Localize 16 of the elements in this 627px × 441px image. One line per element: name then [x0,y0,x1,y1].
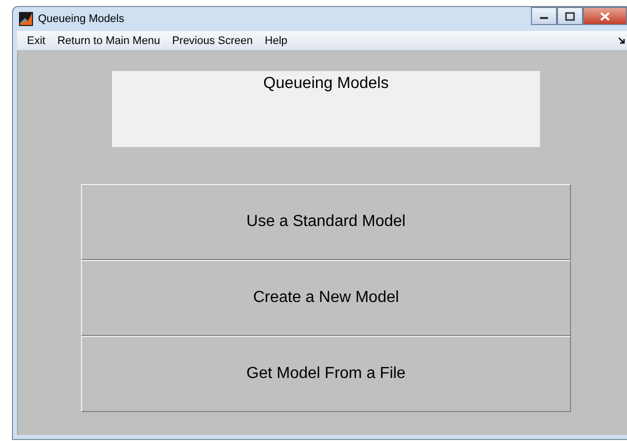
header-title: Queueing Models [263,75,389,93]
app-icon [19,12,33,26]
close-icon [600,12,610,20]
menu-item[interactable]: Help [260,34,296,46]
maximize-icon [565,12,575,20]
menu-item[interactable]: Return to Main Menu [53,34,168,46]
model-option-button[interactable]: Use a Standard Model [81,184,571,260]
maximize-button[interactable] [557,7,583,25]
window-title: Queueing Models [38,13,124,25]
dock-arrow-icon[interactable] [618,37,625,44]
minimize-button[interactable] [531,7,557,25]
model-option-button[interactable]: Get Model From a File [81,336,571,412]
menu-item[interactable]: Exit [23,34,54,46]
model-option-button[interactable]: Create a New Model [81,260,571,336]
close-button[interactable] [583,7,627,25]
menu-item[interactable]: Previous Screen [168,34,261,46]
